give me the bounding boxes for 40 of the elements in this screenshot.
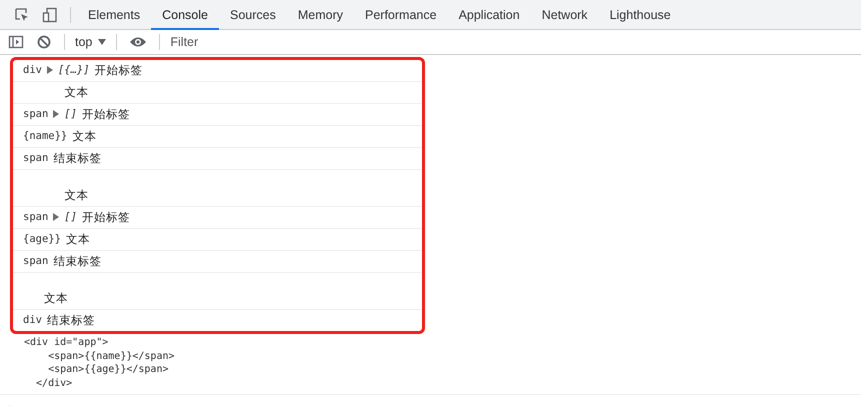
object-preview[interactable]: [{…}] <box>58 63 90 78</box>
log-tag: {age}} <box>23 232 61 247</box>
panel-tab[interactable]: Elements <box>77 1 152 30</box>
expand-triangle-icon[interactable] <box>53 213 60 221</box>
panel-tab[interactable]: Network <box>530 1 599 30</box>
log-message: 开始标签 <box>82 210 130 225</box>
log-message: 文本 <box>66 232 90 247</box>
log-tag: div <box>23 313 42 328</box>
panel-tab[interactable]: Lighthouse <box>598 1 682 30</box>
log-tag: div <box>23 63 42 78</box>
log-message: 结束标签 <box>53 254 102 269</box>
log-tag: span <box>23 254 48 269</box>
device-icon[interactable] <box>42 6 58 22</box>
log-message: 文本 <box>72 129 96 144</box>
panel-tab[interactable]: Application <box>448 1 531 30</box>
log-message: 开始标签 <box>94 63 143 78</box>
log-tag: span <box>23 151 48 166</box>
sidebar-toggle-icon[interactable] <box>8 34 24 50</box>
log-message: 文本 <box>42 290 68 306</box>
clear-icon[interactable] <box>36 34 52 50</box>
log-output: <div id="app"> <span>{{name}}</span> <span>{{age}}</span> </div> <box>24 336 175 390</box>
log-message: 结束标签 <box>53 151 102 166</box>
log-message: 结束标签 <box>46 313 95 328</box>
object-preview[interactable]: [] <box>64 107 77 122</box>
expand-triangle-icon[interactable] <box>46 66 53 74</box>
panel-tab[interactable]: Performance <box>354 1 448 30</box>
caret-icon <box>98 39 106 45</box>
log-tag: span <box>23 107 48 122</box>
expand-triangle-icon[interactable] <box>53 110 60 118</box>
context-dropdown[interactable]: top <box>71 35 110 49</box>
panel-tab[interactable]: Memory <box>286 1 354 30</box>
log-tag: span <box>23 210 48 225</box>
log-tag: {name}} <box>23 129 68 144</box>
object-preview[interactable]: [] <box>64 210 77 225</box>
panel-tab[interactable]: Console <box>151 1 219 30</box>
log-message: 文本 <box>64 85 89 100</box>
inspect-icon[interactable] <box>14 6 30 22</box>
panel-tab[interactable]: Sources <box>218 1 287 30</box>
log-message: 开始标签 <box>82 107 130 122</box>
log-message: 文本 <box>64 187 89 203</box>
